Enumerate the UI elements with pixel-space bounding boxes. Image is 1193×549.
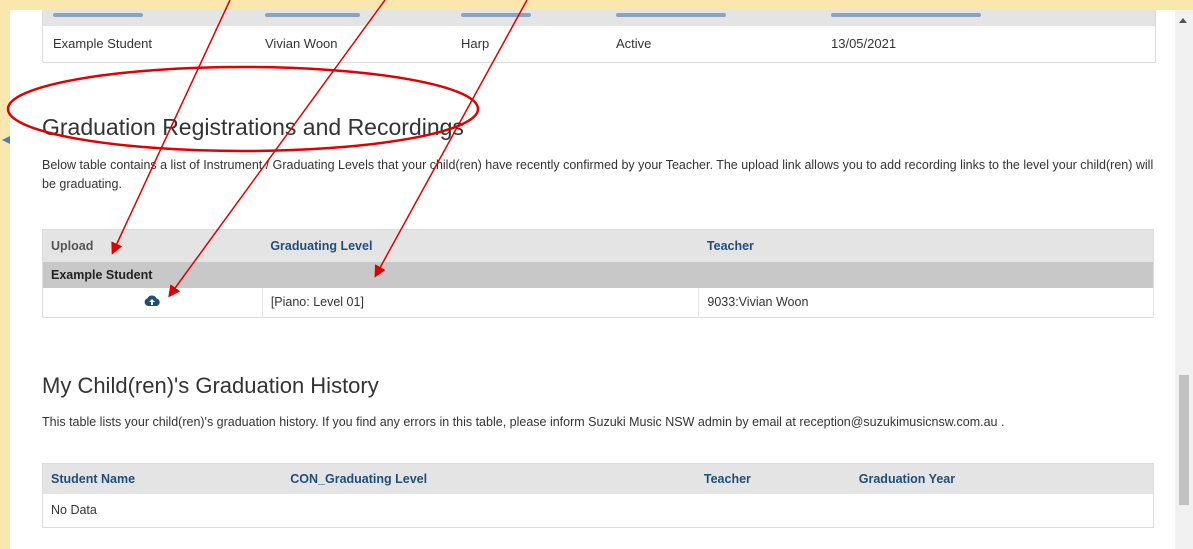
enrolment-table: Example Student Vivian Woon Harp Active … xyxy=(42,10,1156,63)
registrations-description: Below table contains a list of Instrumen… xyxy=(42,158,1154,191)
table-row: [Piano: Level 01] 9033:Vivian Woon xyxy=(42,287,1154,318)
vertical-scrollbar[interactable] xyxy=(1175,10,1193,549)
column-header-teacher[interactable]: Teacher xyxy=(699,230,1154,262)
history-heading: My Child(ren)'s Graduation History xyxy=(42,373,379,398)
registrations-table: Upload Graduating Level Teacher Example … xyxy=(42,229,1154,318)
group-row: Example Student xyxy=(42,261,1154,288)
history-table: Student Name CON_Graduating Level Teache… xyxy=(42,463,1154,528)
graduating-level-cell: [Piano: Level 01] xyxy=(262,287,700,318)
scroll-up-arrow-icon[interactable] xyxy=(1179,18,1187,23)
instrument-cell: Harp xyxy=(461,36,490,51)
column-header-student-name[interactable]: Student Name xyxy=(43,464,283,494)
status-cell: Active xyxy=(616,36,652,51)
scrollbar-thumb[interactable] xyxy=(1179,375,1189,505)
cloud-upload-icon[interactable] xyxy=(144,294,161,310)
empty-message: No Data xyxy=(51,503,97,518)
column-header-teacher[interactable]: Teacher xyxy=(696,464,851,494)
column-header-graduating-level[interactable]: CON_Graduating Level xyxy=(282,464,696,494)
enrolment-table-header xyxy=(43,10,1155,26)
table-header-row: Upload Graduating Level Teacher xyxy=(42,229,1154,262)
group-label: Example Student xyxy=(51,267,153,282)
history-description: This table lists your child(ren)'s gradu… xyxy=(42,415,1005,429)
registrations-heading: Graduation Registrations and Recordings xyxy=(42,114,464,140)
teacher-cell: 9033:Vivian Woon xyxy=(698,287,1154,318)
table-header-row: Student Name CON_Graduating Level Teache… xyxy=(42,463,1154,494)
table-row: No Data xyxy=(43,494,1154,528)
table-row: Example Student Vivian Woon Harp Active … xyxy=(43,26,1155,62)
date-cell: 13/05/2021 xyxy=(831,36,897,51)
teacher-cell: Vivian Woon xyxy=(265,36,338,51)
page-frame: Example Student Vivian Woon Harp Active … xyxy=(10,10,1193,549)
column-header-graduating-level[interactable]: Graduating Level xyxy=(262,230,699,262)
student-name-cell: Example Student xyxy=(53,36,153,51)
upload-cell xyxy=(42,287,263,318)
column-header-graduation-year[interactable]: Graduation Year xyxy=(851,464,1154,494)
column-header-upload: Upload xyxy=(51,238,94,253)
left-edge-arrow-icon xyxy=(2,136,10,144)
